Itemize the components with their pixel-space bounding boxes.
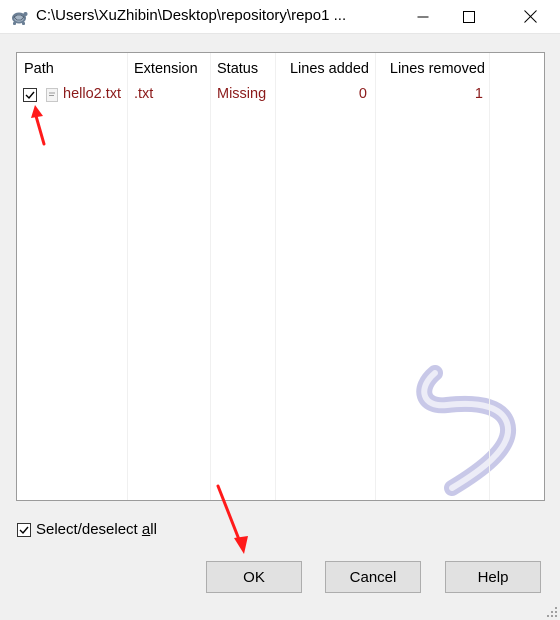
select-all-checkbox[interactable] [17,523,31,537]
column-header-lines-removed[interactable]: Lines removed [377,61,485,77]
row-lines-added: 0 [358,86,367,102]
maximize-button[interactable] [446,0,492,33]
column-separator [375,53,376,500]
help-button[interactable]: Help [445,561,541,593]
title-bar: C:\Users\XuZhibin\Desktop\repository\rep… [0,0,560,34]
tortoisegit-icon [12,12,28,25]
window-title: C:\Users\XuZhibin\Desktop\repository\rep… [36,7,347,24]
column-header-extension[interactable]: Extension [134,61,198,77]
row-lines-removed: 1 [474,86,483,102]
column-separator [127,53,128,500]
column-separator [210,53,211,500]
column-header-status[interactable]: Status [217,61,258,77]
size-grip-icon[interactable] [546,606,558,618]
close-button[interactable] [500,0,560,33]
column-header-lines-added[interactable]: Lines added [279,61,369,77]
minimize-button[interactable] [400,0,446,33]
tortoise-watermark [416,365,517,496]
ok-button[interactable]: OK [206,561,302,593]
minimize-icon [417,16,429,17]
maximize-icon [463,10,475,23]
row-path: hello2.txt [63,86,122,102]
close-icon [523,10,537,23]
row-checkbox[interactable] [23,88,37,102]
cancel-button[interactable]: Cancel [325,561,421,593]
column-separator [275,53,276,500]
column-header-path[interactable]: Path [24,61,54,77]
file-list[interactable]: Path Extension Status Lines added Lines … [16,52,545,501]
check-icon [25,91,35,100]
row-status: Missing [217,86,267,102]
text-file-icon [46,88,58,102]
column-separator [489,53,490,500]
check-icon [19,526,29,535]
row-extension: .txt [134,86,154,102]
select-all-label[interactable]: Select/deselect all [36,521,157,538]
